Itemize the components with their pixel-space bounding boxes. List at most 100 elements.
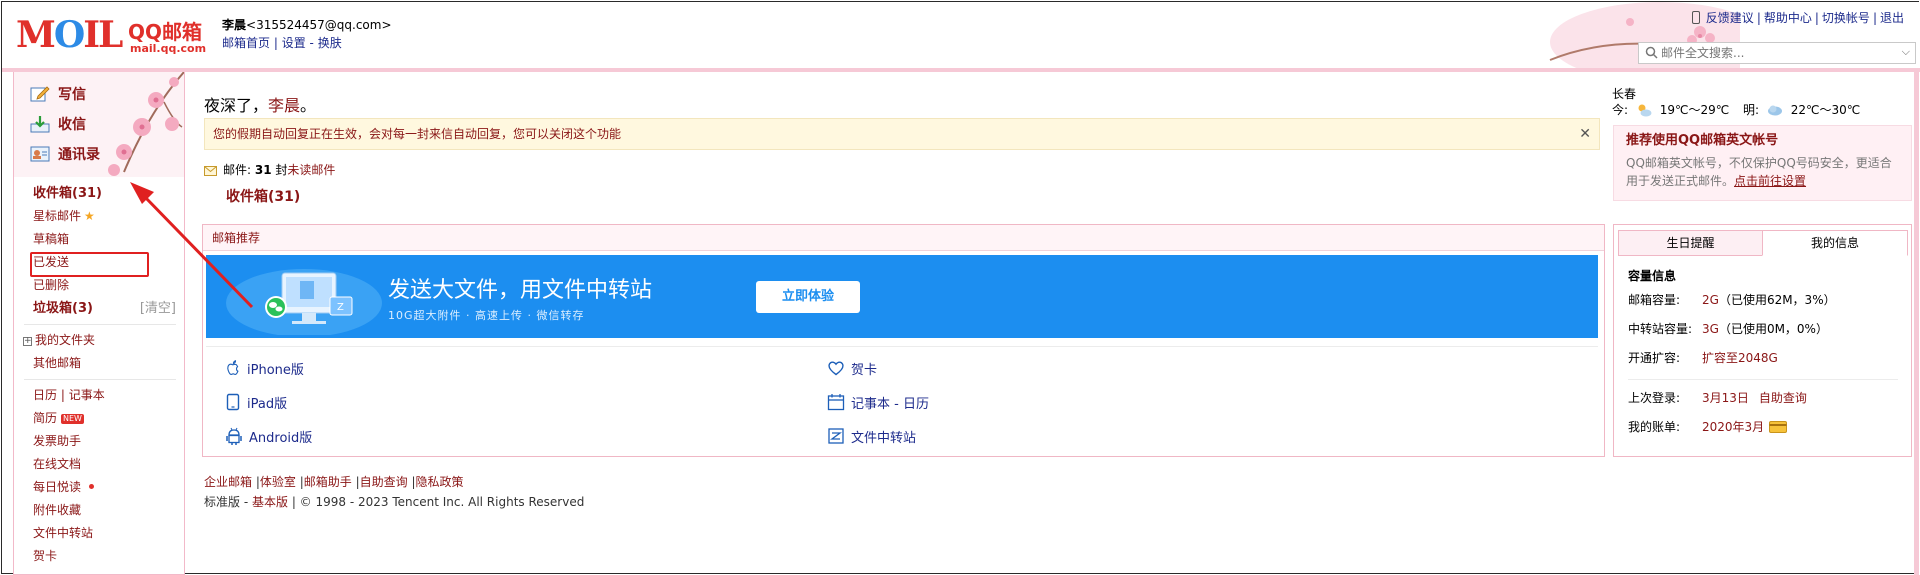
- recommend-divider: [206, 346, 1598, 347]
- qqmail-logo[interactable]: MOIL QQ邮箱 mail.qq.com: [16, 14, 206, 58]
- credit-card-icon[interactable]: [1769, 421, 1788, 433]
- nav-inbox[interactable]: 收件箱(31): [14, 182, 184, 205]
- write-mail-button[interactable]: 写信: [30, 82, 86, 106]
- recommend-title: 邮箱推荐: [203, 225, 1604, 251]
- footer-link-privacy[interactable]: 隐私政策: [416, 475, 464, 489]
- nav-spam[interactable]: 垃圾箱(3) [清空]: [14, 297, 184, 320]
- file-transfer-banner[interactable]: Z 发送大文件，用文件中转站 10G超大附件 · 高速上传 · 微信转存 立即体…: [206, 255, 1598, 338]
- receive-mail-button[interactable]: 收信: [30, 112, 86, 136]
- copyright-text: | © 1998 - 2023 Tencent Inc. All Rights …: [291, 495, 585, 509]
- nav-online-docs[interactable]: 在线文档: [14, 453, 184, 476]
- heart-icon: [828, 361, 844, 376]
- pencil-icon: [30, 86, 50, 102]
- iphone-version-label: iPhone版: [247, 362, 304, 378]
- footer-link-enterprise[interactable]: 企业邮箱: [204, 475, 252, 489]
- try-now-button[interactable]: 立即体验: [756, 281, 860, 313]
- footer-link-assistant[interactable]: 邮箱助手: [304, 475, 352, 489]
- chevron-down-icon[interactable]: ⌵: [1902, 45, 1910, 59]
- mail-label: 邮件:: [223, 163, 252, 177]
- nav-deleted[interactable]: 已删除: [14, 274, 184, 297]
- search-icon[interactable]: [1645, 46, 1658, 59]
- english-account-promo: 推荐使用QQ邮箱英文帐号 QQ邮箱英文帐号，不仅保护QQ号码安全，更适合用于发送…: [1613, 125, 1912, 201]
- tab-birthday[interactable]: 生日提醒: [1618, 230, 1763, 256]
- calendar-icon: [827, 394, 845, 411]
- android-version-label: Android版: [249, 430, 313, 446]
- capacity-value: 3G: [1702, 322, 1719, 336]
- capacity-row-mailbox: 邮箱容量: 2G（已使用62M，3%）: [1628, 286, 1898, 315]
- autoreply-text[interactable]: 您的假期自动回复正在生效，会对每一封来信自动回复，您可以关闭这个功能: [213, 127, 621, 141]
- nav-attachment-favorites[interactable]: 附件收藏: [14, 499, 184, 522]
- star-icon: ★: [84, 209, 95, 223]
- weather-city[interactable]: 长春: [1612, 86, 1860, 102]
- unread-mail-link[interactable]: 未读邮件: [287, 163, 335, 177]
- footer-link-lab[interactable]: 体验室: [260, 475, 296, 489]
- nav-my-folders-label: 我的文件夹: [35, 333, 96, 347]
- capacity-title: 容量信息: [1628, 269, 1677, 283]
- nav-notes-link[interactable]: 记事本: [69, 388, 105, 402]
- bill-value-link[interactable]: 2020年3月: [1702, 420, 1764, 434]
- nav-invoice-assistant[interactable]: 发票助手: [14, 430, 184, 453]
- mobile-phone-icon[interactable]: [1691, 11, 1700, 24]
- expand-plus-icon[interactable]: +: [23, 337, 32, 346]
- write-mail-label: 写信: [58, 87, 86, 103]
- nav-file-transfer-label: 文件中转站: [33, 526, 94, 540]
- notes-calendar-link[interactable]: 记事本 - 日历: [827, 392, 929, 412]
- tab-my-info[interactable]: 我的信息: [1762, 230, 1908, 256]
- close-icon[interactable]: ✕: [1579, 119, 1591, 149]
- mail-count: 31: [254, 163, 272, 177]
- greeting-card-label: 贺卡: [851, 362, 878, 378]
- search-box[interactable]: ⌵: [1638, 42, 1916, 64]
- recommend-panel: 邮箱推荐 Z 发送大文件，用文件中转站 10G超大附件 · 高速上传 · 微信转…: [202, 224, 1605, 457]
- nav-other-mailbox[interactable]: 其他邮箱: [14, 352, 184, 375]
- left-navigation: 写信 收信 通讯录 收件箱(31) 星标邮件 ★ 草稿箱 已发送 已删除 垃圾箱(…: [13, 72, 185, 575]
- nav-drafts[interactable]: 草稿箱: [14, 228, 184, 251]
- logo-url-text: mail.qq.com: [130, 42, 207, 55]
- nav-file-transfer[interactable]: 文件中转站: [14, 522, 184, 545]
- file-transfer-icon: [828, 428, 844, 444]
- search-input[interactable]: [1661, 45, 1891, 61]
- nav-attachment-label: 附件收藏: [33, 503, 82, 517]
- english-account-setup-link[interactable]: 点击前往设置: [1734, 174, 1806, 188]
- capacity-key: 开通扩容:: [1628, 351, 1681, 365]
- last-login-row: 上次登录: 3月13日 自助查询: [1628, 384, 1898, 413]
- inbox-link[interactable]: 收件箱(31): [226, 186, 300, 206]
- capacity-info: 容量信息 邮箱容量: 2G（已使用62M，3%） 中转站容量: 3G（已使用0M，0…: [1628, 266, 1898, 442]
- nav-greeting-card[interactable]: 贺卡: [14, 545, 184, 568]
- logout-link[interactable]: 退出: [1880, 11, 1904, 25]
- contacts-button[interactable]: 通讯录: [30, 142, 100, 166]
- file-transfer-link[interactable]: 文件中转站: [827, 426, 916, 446]
- nav-resume[interactable]: 简历 NEW: [14, 407, 184, 430]
- iphone-version-link[interactable]: iPhone版: [225, 358, 304, 378]
- help-center-link[interactable]: 帮助中心: [1764, 11, 1812, 25]
- nav-daily-reading[interactable]: 每日悦读: [14, 476, 184, 499]
- new-badge: NEW: [61, 414, 84, 424]
- tablet-icon: [226, 393, 240, 411]
- switch-account-link[interactable]: 切换帐号: [1822, 11, 1870, 25]
- change-skin-link[interactable]: 换肤: [318, 36, 342, 50]
- android-version-link[interactable]: Android版: [225, 426, 312, 446]
- banner-subtitle: 10G超大附件 · 高速上传 · 微信转存: [388, 309, 585, 322]
- mail-unit: 封: [275, 163, 288, 177]
- info-tabs: 生日提醒 我的信息: [1618, 230, 1908, 256]
- feedback-link[interactable]: 反馈建议: [1706, 11, 1754, 25]
- ipad-version-label: iPad版: [247, 396, 288, 412]
- ipad-version-link[interactable]: iPad版: [225, 392, 287, 412]
- expand-capacity-link[interactable]: 扩容至2048G: [1702, 351, 1778, 365]
- settings-link[interactable]: 设置: [282, 36, 306, 50]
- mail-window: MOIL QQ邮箱 mail.qq.com 李晨<315524457@qq.co…: [1, 1, 1920, 575]
- mailbox-home-link[interactable]: 邮箱首页: [222, 36, 270, 50]
- notes-calendar-label: 记事本 - 日历: [851, 396, 929, 412]
- nav-my-folders[interactable]: + 我的文件夹: [14, 329, 184, 352]
- nav-calendar-link[interactable]: 日历: [33, 388, 57, 402]
- nav-inbox-label: 收件箱(31): [33, 186, 102, 201]
- nav-divider: [24, 324, 176, 325]
- self-query-link[interactable]: 自助查询: [1759, 391, 1807, 405]
- capacity-row-expand: 开通扩容: 扩容至2048G: [1628, 344, 1898, 373]
- nav-online-docs-label: 在线文档: [33, 457, 82, 471]
- greeting-card-link[interactable]: 贺卡: [827, 358, 877, 378]
- version-basic-link[interactable]: 基本版: [252, 495, 288, 509]
- footer-link-self-query[interactable]: 自助查询: [360, 475, 408, 489]
- capacity-key: 邮箱容量:: [1628, 293, 1681, 307]
- empty-spam-link[interactable]: [清空]: [140, 297, 176, 320]
- nav-starred[interactable]: 星标邮件 ★: [14, 205, 184, 228]
